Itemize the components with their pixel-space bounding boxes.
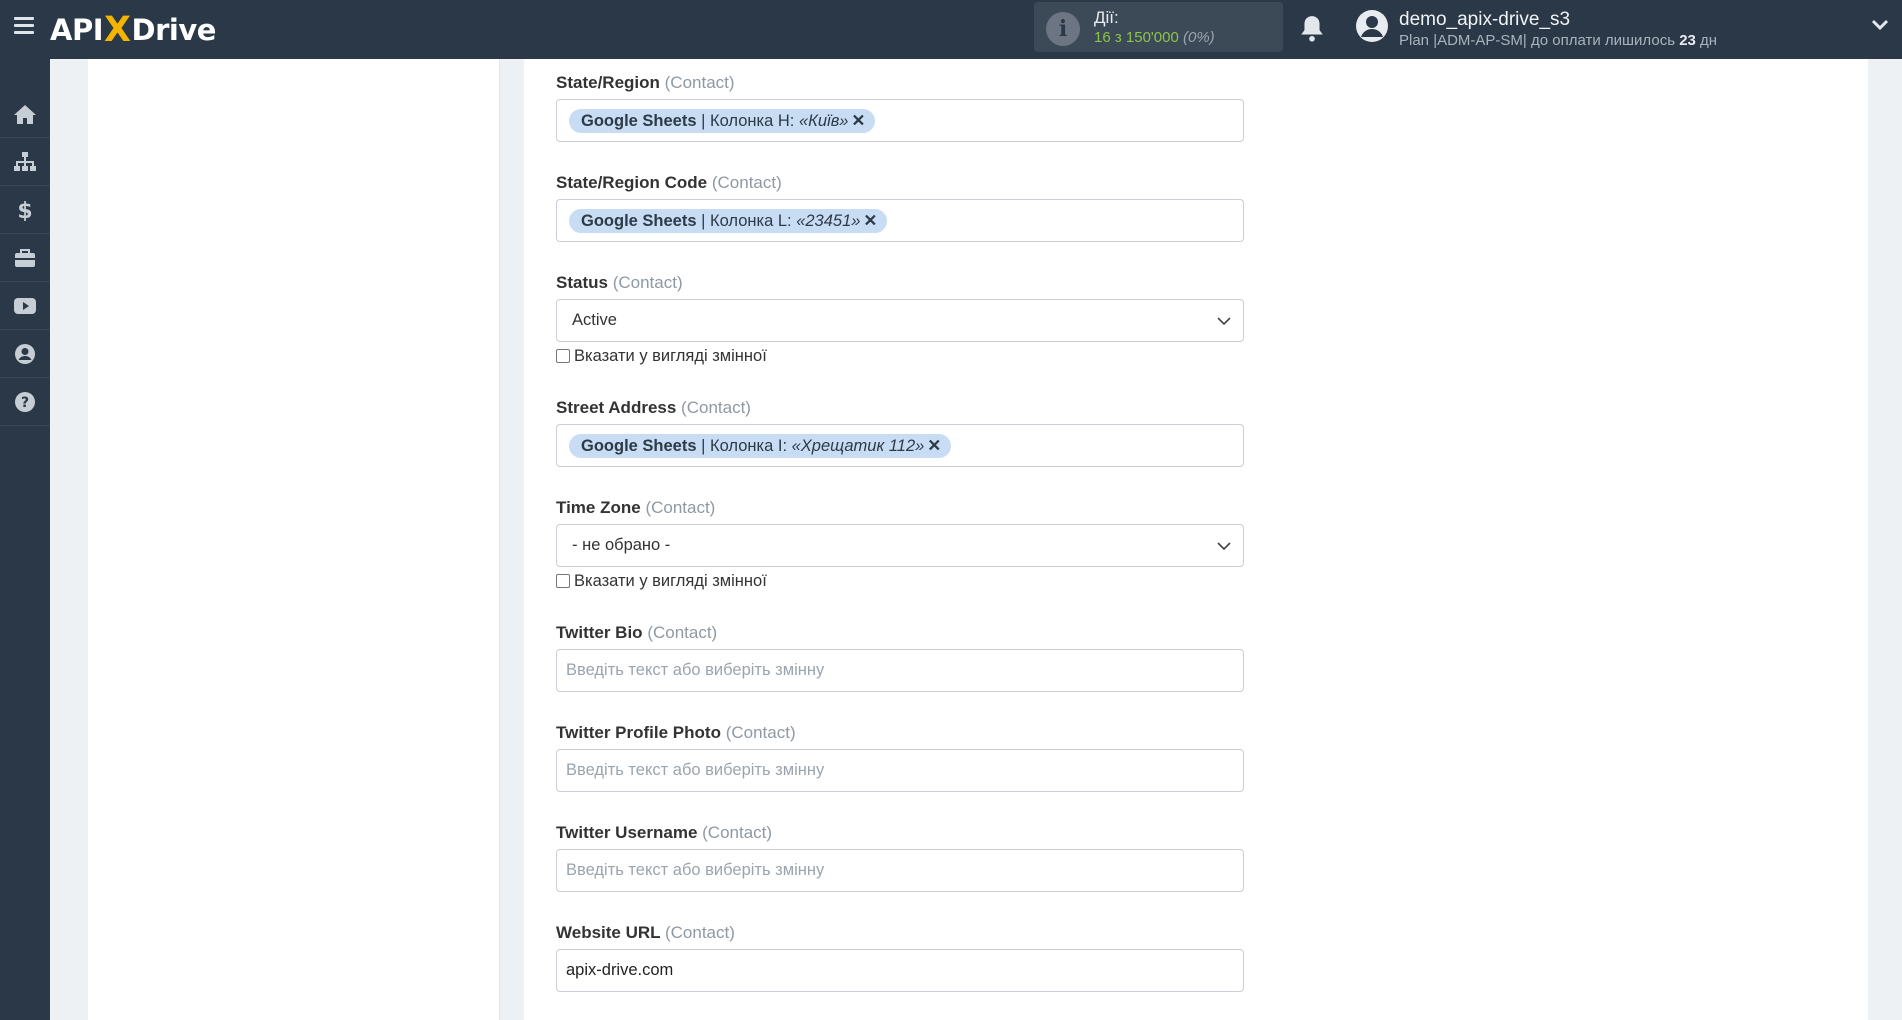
field-label: Website URL (Contact) <box>556 923 735 942</box>
field-label: State/Region (Contact) <box>556 73 735 92</box>
logo-text-right: Drive <box>131 13 217 47</box>
chevron-down-icon <box>1217 542 1231 551</box>
field-label: Twitter Username (Contact) <box>556 823 773 842</box>
field-state-region-code: State/Region Code (Contact) Google Sheet… <box>556 173 1244 242</box>
menu-icon[interactable] <box>14 17 34 35</box>
field-label: State/Region Code (Contact) <box>556 173 782 192</box>
input-placeholder: Введіть текст або виберіть змінну <box>566 761 825 779</box>
twitter-bio-input[interactable]: Введіть текст або виберіть змінну <box>556 649 1244 692</box>
svg-text:?: ? <box>21 395 29 411</box>
time-zone-variable-checkbox-row[interactable]: Вказати у вигляді змінної <box>556 572 767 592</box>
info-icon: i <box>1046 12 1080 46</box>
chevron-down-icon[interactable] <box>1871 19 1889 31</box>
input-placeholder: Введіть текст або виберіть змінну <box>566 861 825 879</box>
twitter-username-input[interactable]: Введіть текст або виберіть змінну <box>556 849 1244 892</box>
field-label: Twitter Profile Photo (Contact) <box>556 723 796 742</box>
sidebar-item-account[interactable] <box>0 331 50 378</box>
user-circle-icon <box>15 344 35 364</box>
field-label: Status (Contact) <box>556 273 683 292</box>
website-url-input[interactable]: apix-drive.com <box>556 949 1244 992</box>
variable-tag[interactable]: Google Sheets | Колонка I: «Хрещатик 112… <box>569 434 952 458</box>
sidebar-item-help[interactable]: ? <box>0 379 50 426</box>
checkbox[interactable] <box>556 349 570 363</box>
street-address-input[interactable]: Google Sheets | Колонка I: «Хрещатик 112… <box>556 424 1244 467</box>
svg-text:$: $ <box>17 199 32 221</box>
sidebar-item-connections[interactable] <box>0 139 50 186</box>
checkbox[interactable] <box>556 574 570 588</box>
input-placeholder: Введіть текст або виберіть змінну <box>566 661 825 679</box>
remove-tag-icon[interactable]: ✕ <box>863 212 877 230</box>
field-time-zone: Time Zone (Contact) - не обрано - <box>556 498 1244 567</box>
variable-tag[interactable]: Google Sheets | Колонка L: «23451» ✕ <box>569 209 888 233</box>
field-label: Time Zone (Contact) <box>556 498 716 517</box>
logo-x: X <box>104 10 131 50</box>
sidebar-item-home[interactable] <box>0 91 50 138</box>
select-value: Active <box>572 311 617 329</box>
sitemap-icon <box>14 152 36 171</box>
state-region-input[interactable]: Google Sheets | Колонка H: «Київ» ✕ <box>556 99 1244 142</box>
help-circle-icon: ? <box>15 392 35 412</box>
chevron-down-icon <box>1217 317 1231 326</box>
field-street-address: Street Address (Contact) Google Sheets |… <box>556 398 1244 467</box>
home-icon <box>14 105 36 124</box>
state-region-code-input[interactable]: Google Sheets | Колонка L: «23451» ✕ <box>556 199 1244 242</box>
status-variable-checkbox-row[interactable]: Вказати у вигляді змінної <box>556 347 767 367</box>
avatar[interactable] <box>1355 9 1389 43</box>
field-label: Twitter Bio (Contact) <box>556 623 718 642</box>
status-select[interactable]: Active <box>556 299 1244 342</box>
sidebar-item-billing[interactable]: $ <box>0 187 50 234</box>
field-twitter-bio: Twitter Bio (Contact) Введіть текст або … <box>556 623 1244 692</box>
field-twitter-profile-photo: Twitter Profile Photo (Contact) Введіть … <box>556 723 1244 792</box>
sidebar-item-briefcase[interactable] <box>0 235 50 282</box>
field-website-url: Website URL (Contact) apix-drive.com <box>556 923 1244 992</box>
field-label: Street Address (Contact) <box>556 398 751 417</box>
user-plan: Plan |ADM-AP-SM| до оплати лишилось 23 д… <box>1399 32 1718 49</box>
variable-tag[interactable]: Google Sheets | Колонка H: «Київ» ✕ <box>569 109 876 133</box>
top-bar: APIXDrive i Дії: 16 з 150'000 (0%) demo_… <box>0 0 1902 59</box>
remove-tag-icon[interactable]: ✕ <box>927 437 941 455</box>
twitter-profile-photo-input[interactable]: Введіть текст або виберіть змінну <box>556 749 1244 792</box>
field-state-region: State/Region (Contact) Google Sheets | К… <box>556 73 1244 142</box>
logo-text-left: API <box>50 13 104 47</box>
actions-count: 16 з 150'000 (0%) <box>1094 29 1215 46</box>
actions-label: Дії: <box>1094 8 1119 27</box>
field-twitter-username: Twitter Username (Contact) Введіть текст… <box>556 823 1244 892</box>
sidebar: $ ? <box>0 59 50 1020</box>
youtube-icon <box>14 298 36 314</box>
sidebar-item-video[interactable] <box>0 283 50 330</box>
briefcase-icon <box>15 249 35 267</box>
left-panel <box>88 59 500 1020</box>
select-value: - не обрано - <box>572 536 671 554</box>
time-zone-select[interactable]: - не обрано - <box>556 524 1244 567</box>
remove-tag-icon[interactable]: ✕ <box>852 112 866 130</box>
field-status: Status (Contact) Active <box>556 273 1244 342</box>
logo[interactable]: APIXDrive <box>50 9 216 50</box>
input-value: apix-drive.com <box>566 961 674 979</box>
bell-icon[interactable] <box>1299 14 1325 42</box>
dollar-icon: $ <box>17 199 32 221</box>
user-name[interactable]: demo_apix-drive_s3 <box>1399 9 1570 31</box>
actions-counter[interactable]: i Дії: 16 з 150'000 (0%) <box>1034 2 1283 52</box>
